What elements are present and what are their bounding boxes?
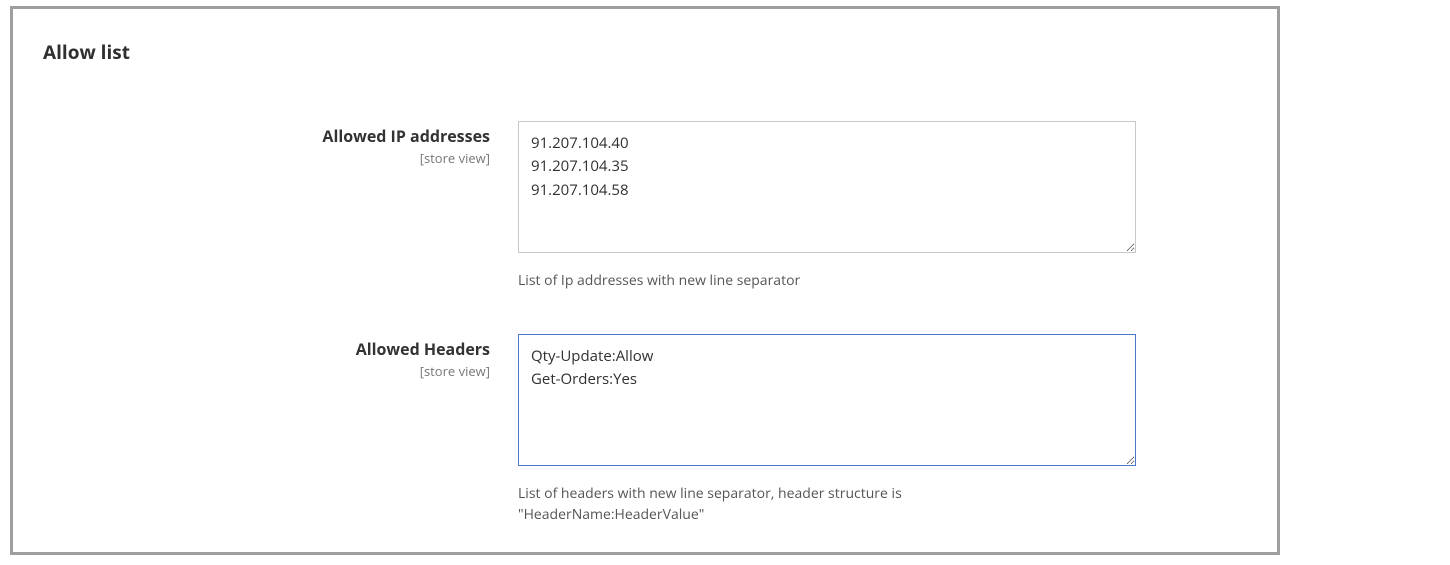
field-allowed-headers: Allowed Headers [store view] List of hea…: [43, 334, 1237, 526]
allowed-ip-textarea[interactable]: [518, 121, 1136, 253]
field-allowed-ip: Allowed IP addresses [store view] List o…: [43, 121, 1237, 292]
allowed-ip-scope: [store view]: [43, 149, 490, 167]
field-label-col: Allowed IP addresses [store view]: [43, 121, 518, 167]
allowed-ip-label: Allowed IP addresses: [43, 125, 490, 147]
allow-list-panel: Allow list Allowed IP addresses [store v…: [10, 6, 1280, 555]
allowed-headers-help: List of headers with new line separator,…: [518, 483, 1038, 526]
section-title: Allow list: [43, 39, 1237, 65]
allowed-headers-scope: [store view]: [43, 362, 490, 380]
field-input-col: List of headers with new line separator,…: [518, 334, 1136, 526]
allowed-headers-label: Allowed Headers: [43, 338, 490, 360]
allowed-ip-help: List of Ip addresses with new line separ…: [518, 270, 1038, 292]
field-input-col: List of Ip addresses with new line separ…: [518, 121, 1136, 292]
field-label-col: Allowed Headers [store view]: [43, 334, 518, 380]
allowed-headers-textarea[interactable]: [518, 334, 1136, 466]
